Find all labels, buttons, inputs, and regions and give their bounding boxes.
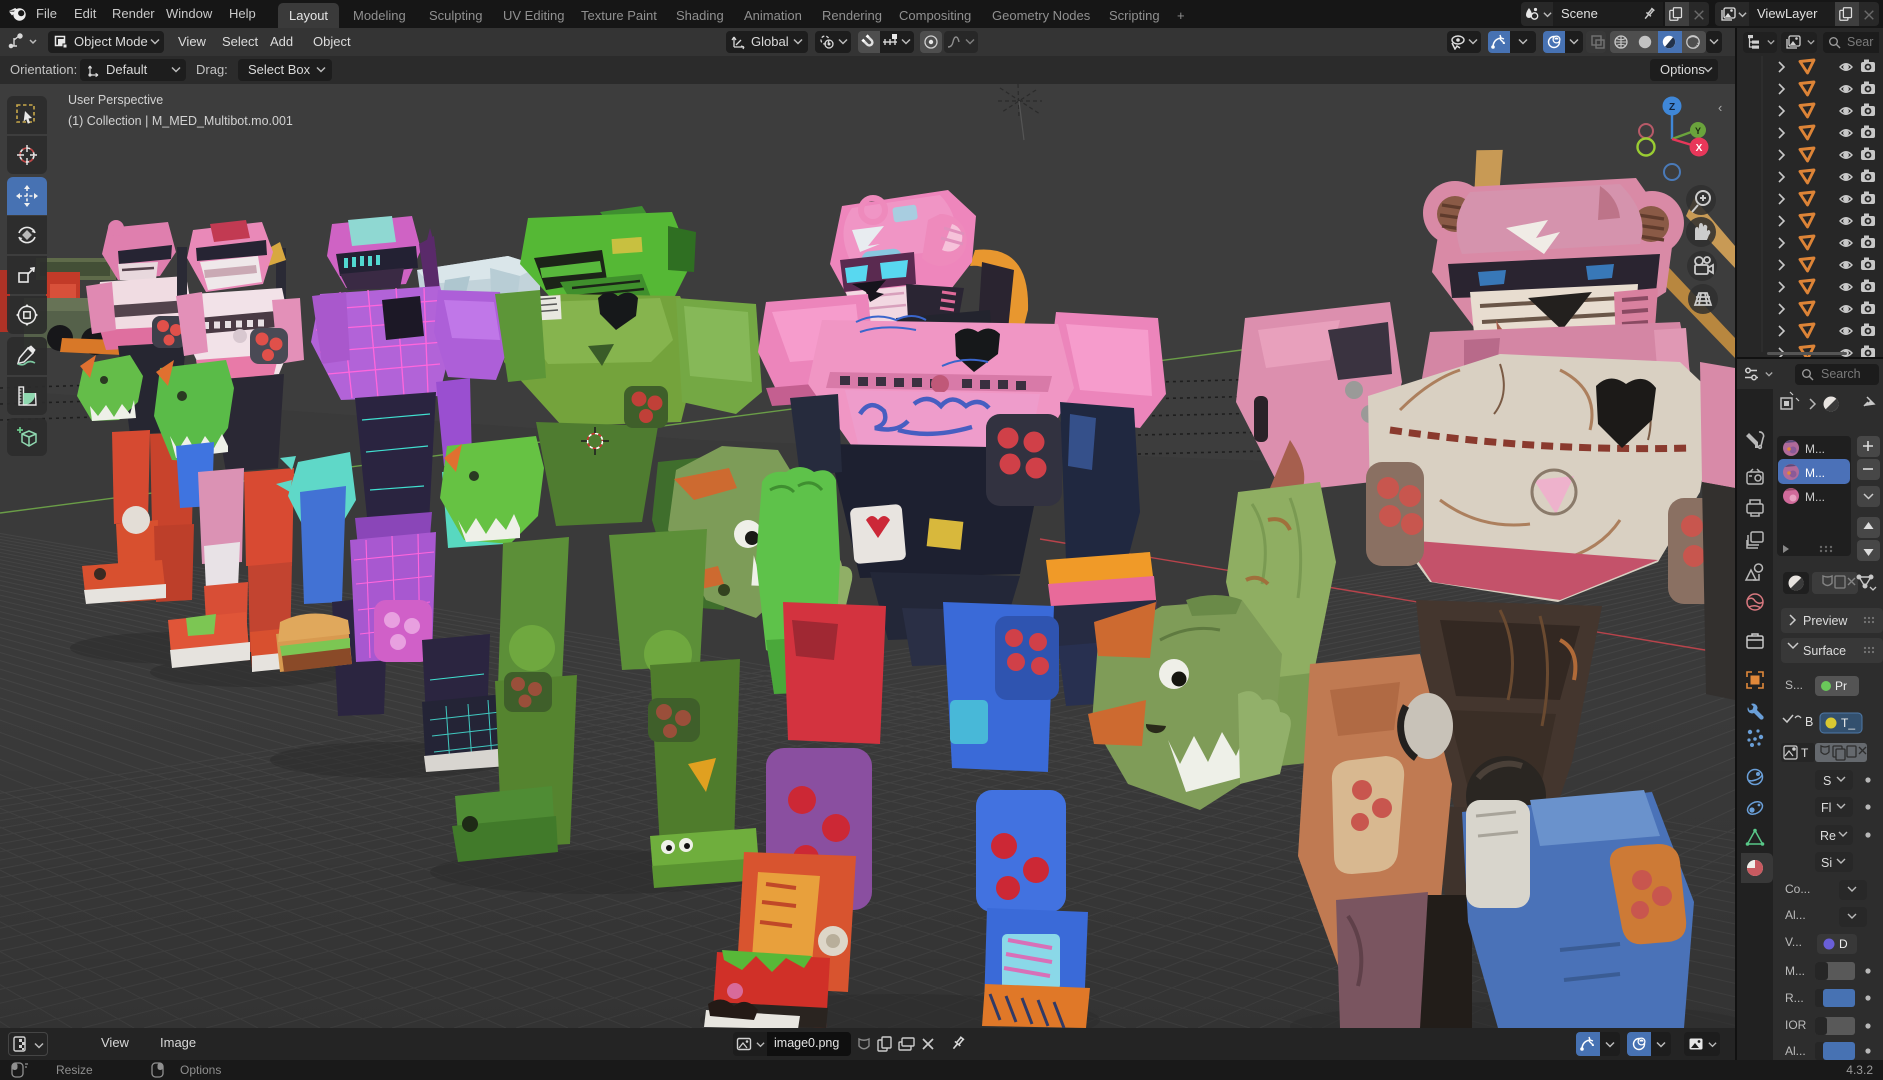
svg-text:‹: ‹ bbox=[1718, 100, 1722, 115]
svg-text:D: D bbox=[1839, 937, 1848, 951]
svg-text:M...: M... bbox=[1805, 490, 1825, 504]
svg-text:Re: Re bbox=[1820, 829, 1836, 843]
svg-text:T: T bbox=[1801, 746, 1809, 760]
svg-text:Fl: Fl bbox=[1821, 801, 1831, 815]
svg-text:X: X bbox=[1696, 143, 1703, 154]
svg-text:Pr: Pr bbox=[1835, 679, 1847, 693]
svg-text:T_: T_ bbox=[1841, 716, 1855, 730]
svg-text:R...: R... bbox=[1785, 991, 1804, 1005]
svg-text:Si: Si bbox=[1821, 856, 1832, 870]
svg-text:B: B bbox=[1805, 715, 1813, 729]
svg-text:Al...: Al... bbox=[1785, 908, 1806, 922]
svg-text:M...: M... bbox=[1805, 466, 1825, 480]
svg-text:M...: M... bbox=[1805, 442, 1825, 456]
svg-text:V...: V... bbox=[1785, 935, 1802, 949]
svg-text:Co...: Co... bbox=[1785, 882, 1810, 896]
svg-text:Surface: Surface bbox=[1803, 644, 1846, 658]
svg-text:M...: M... bbox=[1785, 964, 1805, 978]
svg-text:Z: Z bbox=[1669, 102, 1675, 113]
svg-text:IOR: IOR bbox=[1785, 1018, 1807, 1032]
svg-text:Y: Y bbox=[1695, 126, 1701, 136]
svg-text:S...: S... bbox=[1785, 678, 1803, 692]
svg-text:Preview: Preview bbox=[1803, 614, 1848, 628]
svg-text:(1) Collection | M_MED_Multibo: (1) Collection | M_MED_Multibot.mo.001 bbox=[68, 114, 293, 128]
svg-text:S: S bbox=[1823, 774, 1831, 788]
svg-text:Al...: Al... bbox=[1785, 1044, 1806, 1058]
svg-text:User Perspective: User Perspective bbox=[68, 93, 163, 107]
